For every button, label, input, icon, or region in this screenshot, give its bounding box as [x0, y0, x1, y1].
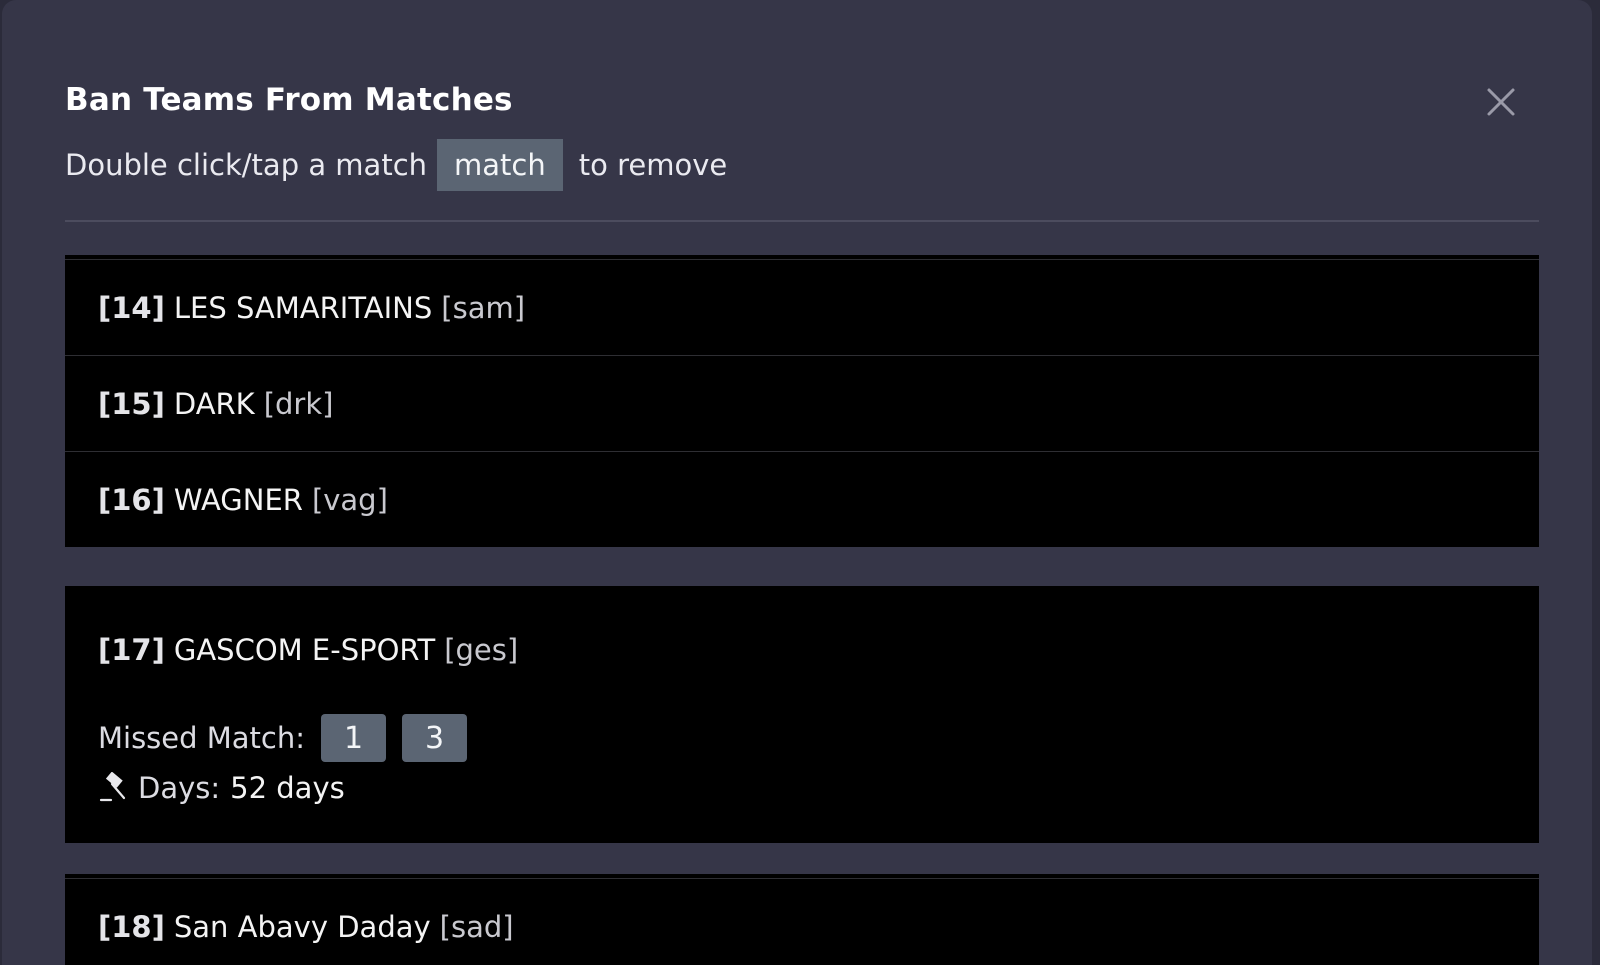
- instructions-suffix: to remove: [578, 148, 728, 182]
- team-tag: [vag]: [311, 482, 388, 517]
- team-tag: [drk]: [263, 386, 334, 421]
- missed-match-chip[interactable]: 3: [402, 714, 468, 762]
- team-group: [14] LES SAMARITAINS [sam] [15] DARK [dr…: [65, 255, 1539, 547]
- gavel-icon: [99, 772, 126, 802]
- missed-match-label: Missed Match:: [98, 721, 306, 755]
- close-button[interactable]: [1481, 82, 1521, 122]
- ban-teams-modal: Ban Teams From Matches Double click/tap …: [2, 0, 1592, 965]
- missed-match-chip[interactable]: 1: [321, 714, 387, 762]
- days-label: Days:: [138, 771, 221, 805]
- team-name: GASCOM E-SPORT: [173, 633, 436, 667]
- example-match-chip: match: [437, 139, 563, 191]
- team-row[interactable]: [16] WAGNER [vag]: [65, 451, 1539, 547]
- team-group-with-bans: [17] GASCOM E-SPORT [ges] Missed Match: …: [65, 586, 1539, 843]
- missed-matches: Missed Match: 1 3: [98, 714, 468, 762]
- team-row[interactable]: [15] DARK [drk]: [65, 355, 1539, 451]
- team-row[interactable]: [18] San Abavy Daday [sad]: [65, 878, 1539, 965]
- team-tag: [sam]: [441, 290, 526, 325]
- close-icon: [1487, 88, 1515, 116]
- team-seed: [15]: [98, 386, 165, 421]
- banned-teams-list: [14] LES SAMARITAINS [sam] [15] DARK [dr…: [65, 255, 1539, 965]
- team-name: LES SAMARITAINS: [173, 290, 433, 325]
- team-seed: [14]: [98, 290, 165, 325]
- team-row[interactable]: [14] LES SAMARITAINS [sam]: [65, 259, 1539, 355]
- team-tag: [sad]: [439, 909, 514, 944]
- team-seed: [16]: [98, 482, 165, 517]
- modal-instructions: Double click/tap a match match to remove: [65, 139, 727, 191]
- ban-days: Days: 52 days: [98, 768, 345, 808]
- team-seed: [17]: [98, 633, 165, 667]
- modal-header: Ban Teams From Matches Double click/tap …: [65, 0, 1539, 222]
- team-name: DARK: [173, 386, 255, 421]
- team-seed: [18]: [98, 909, 165, 944]
- team-tag: [ges]: [444, 633, 519, 667]
- instructions-prefix: Double click/tap a match: [65, 148, 428, 182]
- team-row[interactable]: [17] GASCOM E-SPORT [ges]: [65, 586, 1539, 714]
- modal-title: Ban Teams From Matches: [65, 82, 513, 118]
- team-name: WAGNER: [173, 482, 303, 517]
- days-value: 52 days: [230, 771, 345, 805]
- team-name: San Abavy Daday: [173, 909, 431, 944]
- team-group: [18] San Abavy Daday [sad]: [65, 874, 1539, 965]
